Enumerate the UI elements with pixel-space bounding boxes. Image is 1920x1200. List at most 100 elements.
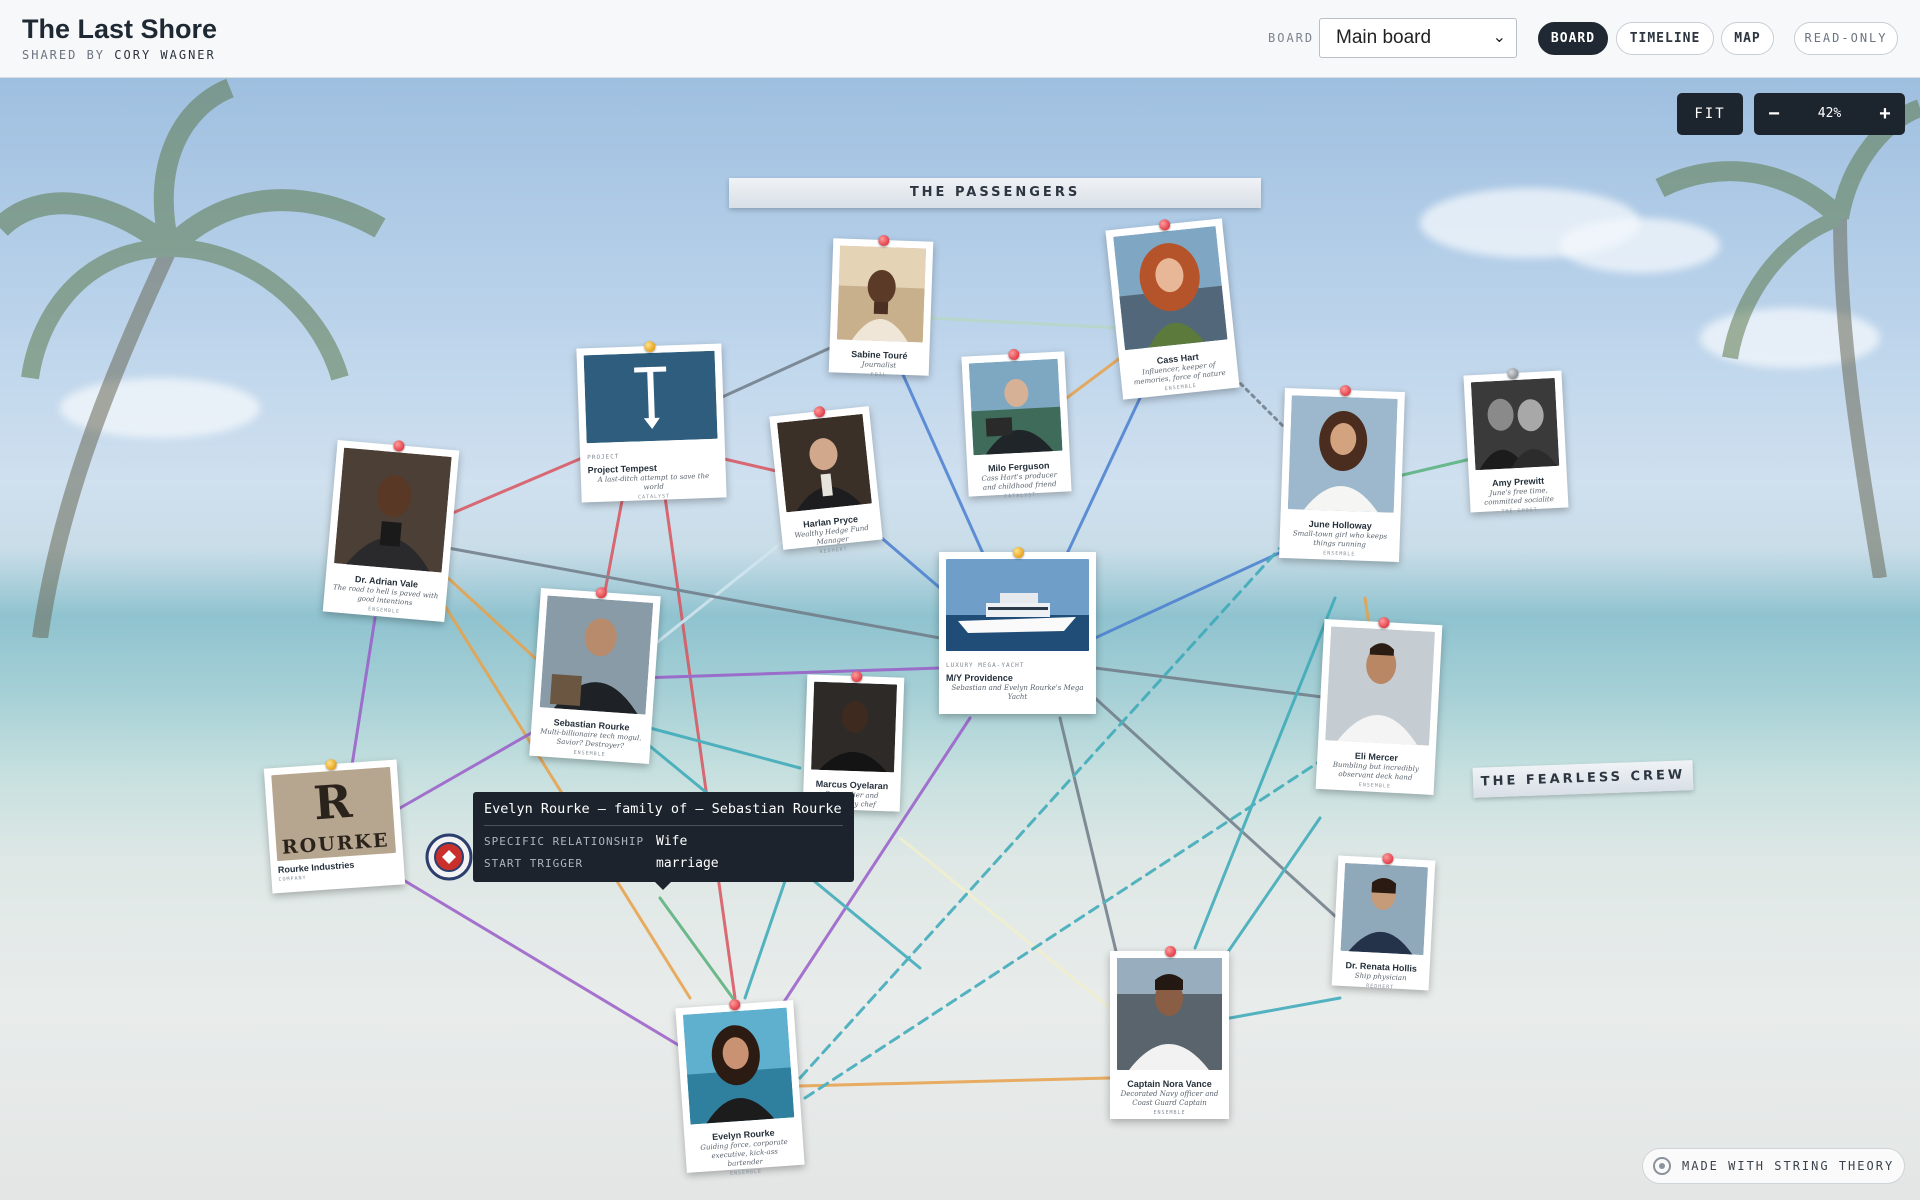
pin-icon xyxy=(813,405,826,418)
zoom-out-button[interactable]: − xyxy=(1754,93,1794,135)
card-dr-renata-hollis[interactable]: Dr. Renata Hollis Ship physician REDHERT xyxy=(1331,852,1436,991)
portrait-photo xyxy=(1340,862,1428,956)
card-description: A last-ditch attempt to save the world xyxy=(597,472,710,492)
card-description: Cass Hart's producer and childhood frien… xyxy=(981,470,1058,492)
logo-letter: R xyxy=(311,773,354,831)
chevron-down-icon: ⌄ xyxy=(1492,29,1506,46)
board-select[interactable]: Main board ⌄ xyxy=(1319,18,1517,58)
relationship-tooltip: Evelyn Rourke — family of — Sebastian Ro… xyxy=(473,792,854,890)
pin-icon xyxy=(850,670,863,683)
pin-icon xyxy=(643,340,656,353)
card-sebastian-rourke[interactable]: Sebastian Rourke Multi-billionaire tech … xyxy=(529,586,661,764)
portrait-photo xyxy=(968,358,1063,456)
portrait-photo xyxy=(811,681,898,773)
card-harlan-pryce[interactable]: Harlan Pryce Wealthy Hedge Fund Manager … xyxy=(769,405,883,555)
card-milo-ferguson[interactable]: Milo Ferguson Cass Hart's producer and c… xyxy=(961,348,1072,500)
zoom-in-button[interactable]: + xyxy=(1865,93,1905,135)
string-yacht-june[interactable] xyxy=(1093,546,1292,640)
app-header: The Last Shore SHARED BY CORY WAGNER BOA… xyxy=(0,0,1920,78)
pin-icon xyxy=(1381,852,1394,865)
yacht-photo xyxy=(946,559,1089,651)
string-tempest-sabine[interactable] xyxy=(718,346,832,400)
string-marcus-nora[interactable] xyxy=(898,836,1112,1010)
string-cass-milo[interactable] xyxy=(1058,356,1122,405)
string-sebastian-marcus[interactable] xyxy=(648,726,802,770)
card-evelyn-rourke[interactable]: Evelyn Rourke Guiding force, corporate e… xyxy=(675,998,805,1177)
tooltip-divider xyxy=(484,825,843,826)
company-logo: R ROURKE xyxy=(271,766,396,862)
tab-map[interactable]: MAP xyxy=(1721,22,1774,55)
portrait-photo xyxy=(1470,377,1560,471)
tooltip-key: SPECIFIC RELATIONSHIP xyxy=(484,835,645,848)
pin-icon xyxy=(878,234,890,247)
string-adrian-yacht[interactable] xyxy=(446,546,942,640)
tooltip-arrow xyxy=(655,882,671,890)
string-yacht-eli[interactable] xyxy=(1093,666,1332,700)
card-role: ENSEMBLE xyxy=(1323,550,1356,558)
board-canvas[interactable]: THE PASSENGERS THE FEARLESS CREW Sabine … xyxy=(0,78,1920,1200)
card-sabine-toure[interactable]: Sabine Touré Journalist FOIL xyxy=(828,234,934,378)
group-label-passengers[interactable]: THE PASSENGERS xyxy=(729,178,1261,208)
pin-icon xyxy=(1158,218,1171,231)
pin-icon xyxy=(595,586,608,599)
string-tempest-evelyn[interactable] xyxy=(658,459,737,1000)
card-description: Decorated Navy officer and Coast Guard C… xyxy=(1120,1090,1219,1107)
made-with-badge[interactable]: MADE WITH STRING THEORY xyxy=(1642,1148,1905,1184)
card-eli-mercer[interactable]: Eli Mercer Bumbling but incredibly obser… xyxy=(1315,616,1443,795)
portrait-photo xyxy=(1325,626,1436,746)
card-captain-nora-vance[interactable]: Captain Nora Vance Decorated Navy office… xyxy=(1110,946,1229,1119)
fit-button[interactable]: FIT xyxy=(1677,93,1743,135)
tooltip-title: Evelyn Rourke — family of — Sebastian Ro… xyxy=(484,801,842,817)
card-project-tempest[interactable]: PROJECT Project Tempest A last-ditch att… xyxy=(576,340,727,503)
string-yacht-nora[interactable] xyxy=(1058,716,1122,970)
pin-icon xyxy=(1378,616,1390,629)
card-my-providence[interactable]: LUXURY MEGA-YACHT M/Y Providence Sebasti… xyxy=(939,547,1096,714)
card-description: Sebastian and Evelyn Rourke's Mega Yacht xyxy=(951,684,1084,701)
string-adrian-rourke[interactable] xyxy=(348,616,377,780)
card-role: ENSEMBLE xyxy=(1153,1110,1186,1116)
portrait-photo xyxy=(682,1007,795,1125)
zoom-controls: − 42% + xyxy=(1754,93,1905,135)
read-only-badge: READ-ONLY xyxy=(1794,22,1898,55)
made-with-label: MADE WITH STRING THEORY xyxy=(1682,1159,1895,1173)
board-select-value: Main board xyxy=(1336,27,1432,48)
card-name: Captain Nora Vance xyxy=(1127,1079,1212,1089)
portrait-photo xyxy=(836,245,927,343)
portrait-photo xyxy=(1117,958,1222,1070)
string-cass-yacht[interactable] xyxy=(1063,396,1142,560)
board-label: BOARD xyxy=(1268,31,1315,45)
string-renata-nora[interactable] xyxy=(1228,996,1342,1020)
card-description: Journalist xyxy=(861,360,897,370)
pin-icon xyxy=(1012,547,1024,558)
string-june-amy[interactable] xyxy=(1388,456,1477,480)
card-type: LUXURY MEGA-YACHT xyxy=(946,662,1025,669)
string-adrian-tempest[interactable] xyxy=(446,456,584,517)
tooltip-value: Wife xyxy=(656,834,688,849)
string-rourke-evelyn[interactable] xyxy=(398,876,702,1060)
portrait-photo xyxy=(776,413,872,513)
pin-icon xyxy=(1164,946,1176,957)
logo-text: ROURKE xyxy=(281,829,391,859)
string-adrian-sebastian[interactable] xyxy=(446,576,537,660)
shared-by: SHARED BY CORY WAGNER xyxy=(22,48,216,62)
string-nora-evelyn[interactable] xyxy=(798,1076,1112,1088)
tooltip-value: marriage xyxy=(656,856,719,871)
card-type: PROJECT xyxy=(587,453,620,462)
zoom-level: 42% xyxy=(1817,106,1842,121)
portrait-photo xyxy=(1113,226,1228,351)
tab-timeline[interactable]: TIMELINE xyxy=(1616,22,1714,55)
card-june-holloway[interactable]: June Holloway Small-town girl who keeps … xyxy=(1279,384,1405,563)
card-rourke-industries[interactable]: R ROURKE Rourke Industries COMPANY xyxy=(263,758,406,894)
shared-by-prefix: SHARED BY xyxy=(22,48,106,62)
card-cass-hart[interactable]: Cass Hart Influencer, keeper of memories… xyxy=(1105,218,1240,400)
string-sabine-cass[interactable] xyxy=(928,316,1122,330)
pin-icon xyxy=(728,998,741,1011)
family-link-icon[interactable] xyxy=(424,832,474,882)
pin-icon xyxy=(1507,367,1519,380)
tab-board[interactable]: BOARD xyxy=(1538,22,1608,55)
string-cass-june[interactable] xyxy=(1233,376,1292,435)
card-amy-prewitt[interactable]: Amy Prewitt June's free time, committed … xyxy=(1463,367,1569,515)
portrait-photo xyxy=(1287,395,1398,513)
card-dr-adrian-vale[interactable]: Dr. Adrian Vale The road to hell is pave… xyxy=(322,439,460,622)
portrait-photo xyxy=(333,447,452,573)
